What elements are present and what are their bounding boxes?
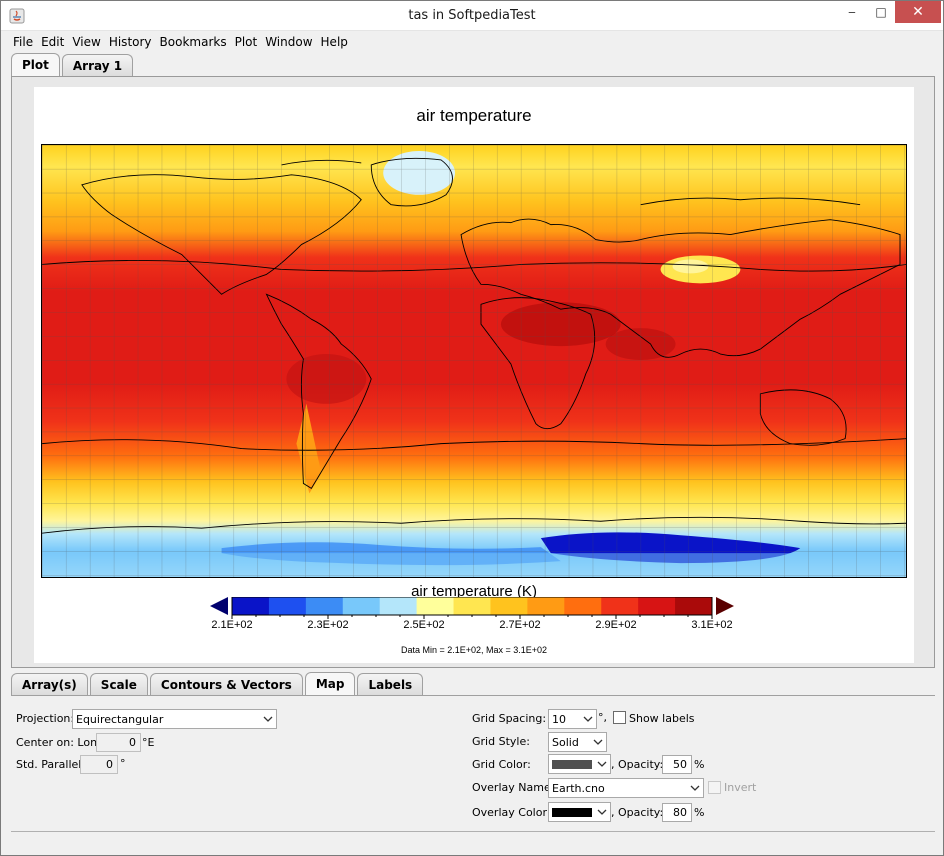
grid-spacing-label: Grid Spacing: — [472, 712, 547, 725]
std-parallel-label: Std. Parallel: — [16, 758, 86, 771]
invert-checkbox[interactable] — [708, 781, 721, 794]
menu-file[interactable]: File — [9, 35, 37, 49]
center-lon-label: Center on: Lon. — [16, 736, 101, 749]
grid-opacity-label: , Opacity: — [611, 758, 664, 771]
overlay-name-label: Overlay Name: — [472, 781, 555, 794]
show-labels-checkbox[interactable] — [613, 711, 626, 724]
chevron-down-icon — [597, 761, 607, 767]
overlay-color-label: Overlay Color: — [472, 806, 551, 819]
chevron-down-icon — [597, 809, 607, 815]
tab-contours-vectors[interactable]: Contours & Vectors — [149, 673, 303, 695]
grid-opacity-percent: % — [694, 758, 705, 771]
show-labels-label: Show labels — [629, 712, 695, 725]
title-bar: tas in SoftpediaTest ‒ □ ✕ — [1, 1, 943, 31]
grid-spacing-value: 10 — [552, 713, 566, 726]
grid-spacing-select[interactable]: 10 — [548, 709, 597, 729]
projection-label: Projection: — [16, 712, 75, 725]
grid-color-swatch — [552, 760, 592, 769]
menu-window[interactable]: Window — [261, 35, 316, 49]
minimize-button[interactable]: ‒ — [837, 1, 867, 23]
plot-canvas: air temperature air temperature (K) 2.1E… — [34, 87, 914, 663]
invert-label: Invert — [724, 781, 757, 794]
colorbar-segment — [527, 597, 565, 615]
std-parallel-field[interactable]: 0 — [80, 755, 118, 774]
status-bar — [11, 831, 935, 851]
plot-panel: air temperature air temperature (K) 2.1E… — [11, 76, 935, 668]
overlay-opacity-field[interactable]: 80 — [662, 803, 692, 822]
colorbar-segment — [268, 597, 307, 615]
menu-history[interactable]: History — [105, 35, 156, 49]
colorbar-segment — [342, 597, 381, 615]
colorbar-segment — [638, 597, 676, 615]
colorbar-tick: 2.7E+02 — [499, 619, 541, 631]
overlay-opacity-label: , Opacity: — [611, 806, 664, 819]
colorbar-tick: 2.3E+02 — [307, 619, 349, 631]
colorbar-tick: 2.5E+02 — [403, 619, 445, 631]
overlay-name-select[interactable]: Earth.cno — [548, 778, 704, 798]
colorbar-segment — [379, 597, 418, 615]
colorbar-tick: 2.9E+02 — [595, 619, 637, 631]
menu-bar: File Edit View History Bookmarks Plot Wi… — [9, 31, 937, 53]
grid-style-select[interactable]: Solid — [548, 732, 607, 752]
colorbar-segment — [232, 597, 270, 615]
data-range-text: Data Min = 2.1E+02, Max = 3.1E+02 — [400, 645, 548, 655]
grid-color-label: Grid Color: — [472, 758, 531, 771]
close-button[interactable]: ✕ — [895, 1, 941, 23]
chevron-down-icon — [583, 716, 593, 722]
grid-style-value: Solid — [552, 736, 579, 749]
plot-title: air temperature — [416, 106, 532, 125]
tab-labels[interactable]: Labels — [357, 673, 424, 695]
colorbar-segment — [490, 597, 528, 615]
colorbar-segment — [601, 597, 639, 615]
menu-plot[interactable]: Plot — [231, 35, 262, 49]
menu-bookmarks[interactable]: Bookmarks — [156, 35, 231, 49]
chevron-down-icon — [690, 785, 700, 791]
window-title: tas in SoftpediaTest — [408, 8, 536, 23]
menu-help[interactable]: Help — [317, 35, 352, 49]
tab-plot[interactable]: Plot — [11, 53, 60, 76]
chevron-down-icon — [593, 739, 603, 745]
projection-value: Equirectangular — [76, 713, 164, 726]
center-lon-field[interactable]: 0 — [96, 733, 141, 752]
colorbar-tick: 3.1E+02 — [691, 619, 733, 631]
projection-select[interactable]: Equirectangular — [72, 709, 277, 729]
grid-spacing-unit: °, — [598, 711, 607, 724]
temperature-map — [41, 144, 907, 578]
tab-map[interactable]: Map — [304, 672, 356, 695]
colorbar-under-arrow — [210, 597, 228, 615]
grid-style-label: Grid Style: — [472, 735, 530, 748]
colorbar-over-arrow — [716, 597, 734, 615]
colorbar-segment — [305, 597, 344, 615]
application-window: tas in SoftpediaTest ‒ □ ✕ File Edit Vie… — [0, 0, 944, 856]
maximize-button[interactable]: □ — [867, 1, 895, 23]
menu-edit[interactable]: Edit — [37, 35, 68, 49]
settings-tabs: Array(s) Scale Contours & Vectors Map La… — [11, 672, 425, 695]
overlay-opacity-percent: % — [694, 806, 705, 819]
menu-view[interactable]: View — [68, 35, 104, 49]
overlay-name-value: Earth.cno — [552, 782, 605, 795]
view-tabs: Plot Array 1 — [11, 53, 135, 76]
tab-arrays[interactable]: Array(s) — [11, 673, 88, 695]
grid-opacity-field[interactable]: 50 — [662, 755, 692, 774]
colorbar-tick: 2.1E+02 — [211, 619, 253, 631]
colorbar-segment — [453, 597, 491, 615]
tab-array-1[interactable]: Array 1 — [61, 54, 134, 76]
tab-scale[interactable]: Scale — [89, 673, 148, 695]
std-parallel-unit: ° — [120, 757, 126, 770]
colorbar — [210, 597, 734, 619]
overlay-color-swatch — [552, 808, 592, 817]
overlay-color-select[interactable] — [548, 802, 611, 822]
chevron-down-icon — [263, 716, 273, 722]
colorbar-segment — [416, 597, 455, 615]
colorbar-segment — [675, 597, 713, 615]
map-settings-panel: Projection: Equirectangular Center on: L… — [11, 695, 935, 829]
grid-color-select[interactable] — [548, 754, 611, 774]
center-lon-unit: °E — [142, 736, 155, 749]
colorbar-segment — [564, 597, 602, 615]
